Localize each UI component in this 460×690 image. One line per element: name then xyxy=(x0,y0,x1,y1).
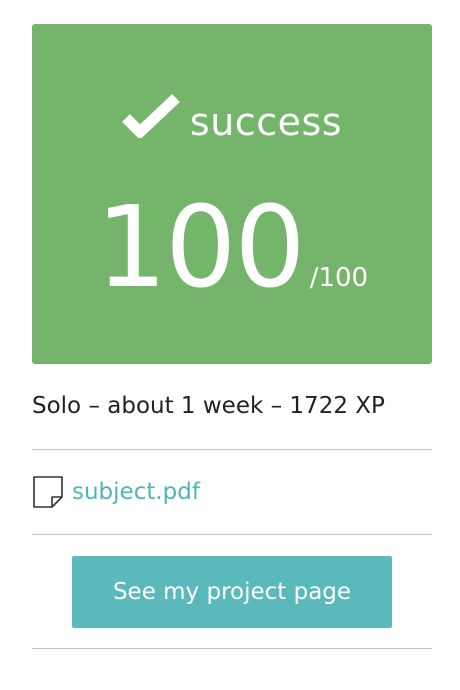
result-card: success 100/100 xyxy=(32,24,432,364)
status-label: success xyxy=(189,100,343,144)
score-max: /100 xyxy=(309,263,369,293)
divider xyxy=(32,534,432,535)
status-row: success xyxy=(32,94,432,144)
checkmark-icon xyxy=(122,94,180,140)
divider xyxy=(32,449,432,450)
document-icon xyxy=(32,475,66,509)
see-project-page-button[interactable]: See my project page xyxy=(72,556,392,628)
divider xyxy=(32,648,432,649)
subject-pdf-link[interactable]: subject.pdf xyxy=(72,479,200,505)
score-value: 100 xyxy=(95,183,306,313)
score-row: 100/100 xyxy=(32,192,432,304)
project-meta: Solo – about 1 week – 1722 XP xyxy=(32,393,385,419)
attachment-item[interactable]: subject.pdf xyxy=(32,474,200,510)
